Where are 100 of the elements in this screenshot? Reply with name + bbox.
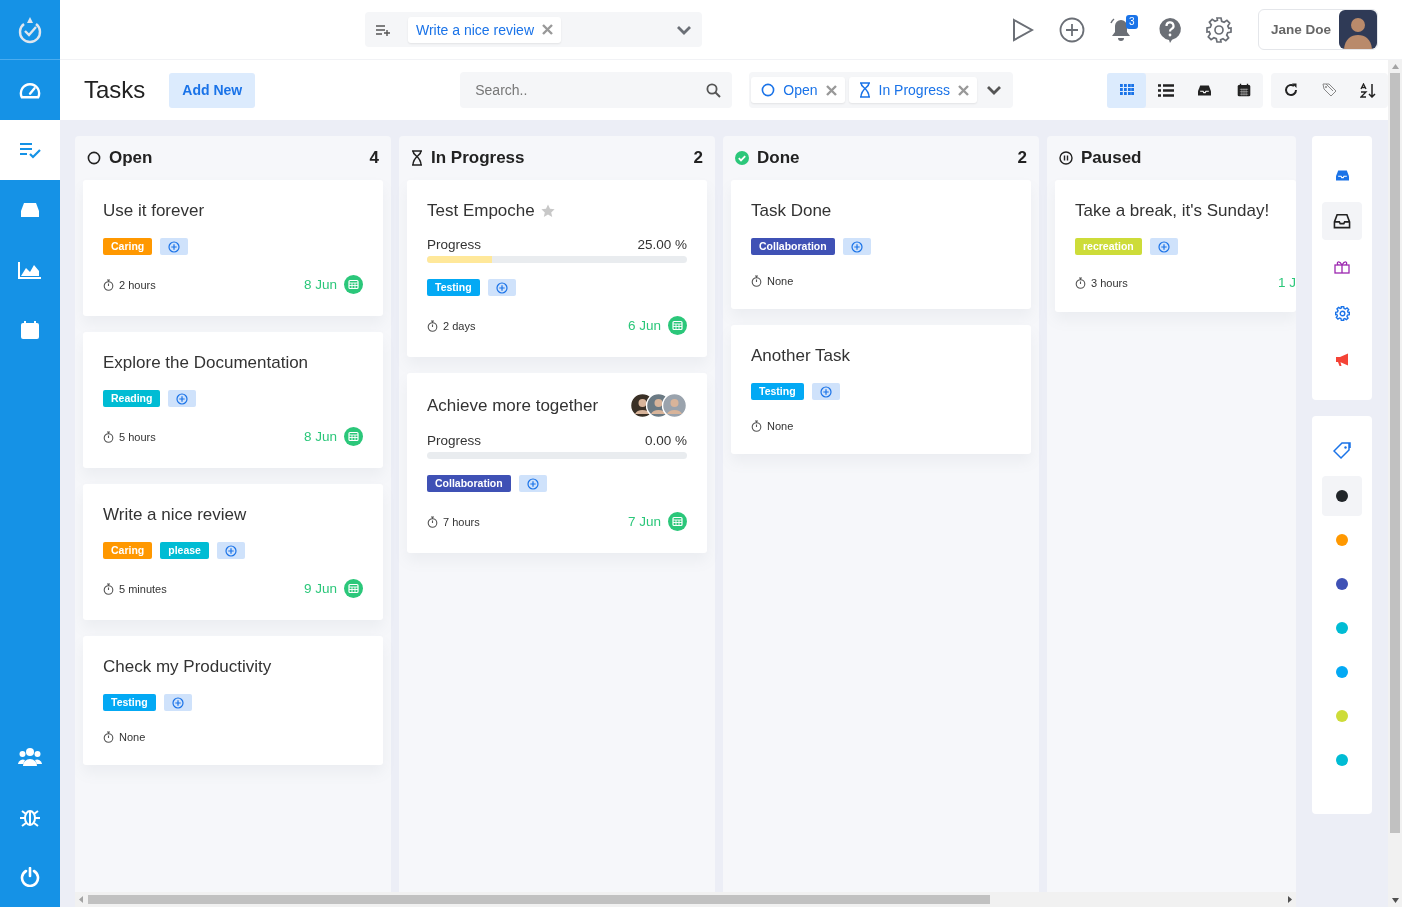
add-tag-button[interactable]	[160, 238, 189, 255]
stopwatch-icon	[103, 582, 114, 595]
calendar-icon	[20, 320, 40, 340]
stopwatch-icon	[103, 731, 114, 743]
plus-circle-icon	[176, 392, 189, 405]
duration: 2 hours	[119, 278, 156, 291]
page-title: Tasks	[84, 76, 146, 104]
panel-item[interactable]	[1322, 202, 1362, 240]
calendar-icon	[1236, 83, 1251, 97]
task-count: 2	[1017, 148, 1027, 168]
close-icon	[958, 84, 970, 96]
add-tag-button[interactable]	[163, 694, 192, 711]
help-icon	[1158, 16, 1183, 43]
gauge-icon	[19, 80, 41, 100]
task-count: 4	[369, 148, 379, 168]
sidebar-item[interactable]	[0, 120, 60, 180]
filter-chip[interactable]: In Progress	[848, 77, 978, 103]
plus-circle-icon	[1059, 16, 1086, 43]
tag[interactable]: Collaboration	[427, 475, 511, 492]
hourglass-icon	[858, 82, 871, 98]
due-date: 8 Jun	[303, 277, 337, 292]
task-card[interactable]: Check my Productivity Testing None	[83, 636, 383, 765]
close-icon	[542, 24, 553, 35]
playlist-add-icon	[375, 23, 391, 36]
due-date: 1 J	[1278, 275, 1296, 290]
quick-task-tab[interactable]: Write a nice review	[408, 16, 561, 43]
settings-icon	[1334, 305, 1350, 321]
add-tag-button[interactable]	[811, 383, 840, 400]
tag[interactable]: Testing	[427, 279, 480, 296]
task-title: Task Done	[751, 200, 832, 222]
task-title: Check my Productivity	[103, 656, 272, 678]
task-card[interactable]: Another Task Testing None	[731, 325, 1031, 454]
vertical-scrollbar[interactable]	[1388, 64, 1402, 903]
column-title: Paused	[1081, 148, 1143, 168]
scroll-left-icon	[79, 896, 84, 903]
inbox-icon	[1333, 213, 1351, 229]
due-date: 6 Jun	[627, 318, 661, 333]
duration: 3 hours	[1091, 276, 1128, 289]
filter-chip[interactable]: Open	[751, 77, 845, 103]
task-title: Another Task	[751, 345, 850, 367]
search-icon	[706, 83, 722, 98]
task-card[interactable]: Achieve more together Progress 0.00 % Collaboration 7 hours 7 Jun	[407, 373, 707, 553]
add-tag-button[interactable]	[518, 475, 547, 492]
horizontal-scrollbar[interactable]	[75, 892, 1296, 907]
duration: 5 hours	[119, 430, 156, 443]
task-card[interactable]: Task Done Collaboration None	[731, 180, 1031, 309]
task-title: Use it forever	[103, 200, 205, 222]
calendar-icon	[668, 316, 687, 335]
search-field[interactable]: Search..	[460, 72, 733, 108]
task-card[interactable]: Write a nice review Caring please 5 minutes 9 Jun	[83, 484, 383, 620]
duration: 2 days	[443, 319, 476, 332]
plus-circle-icon	[526, 477, 539, 490]
plus-circle-icon	[495, 281, 508, 294]
sort-icon	[1360, 82, 1377, 98]
task-title: Test Empoche	[427, 200, 535, 222]
tag[interactable]: Testing	[751, 383, 804, 400]
task-card[interactable]: Use it forever Caring 2 hours 8 Jun	[83, 180, 383, 316]
color-filter[interactable]	[1322, 476, 1362, 516]
scroll-up-icon	[1391, 64, 1399, 69]
add-new-button[interactable]: Add New	[169, 72, 256, 108]
scroll-down-icon	[1391, 898, 1399, 903]
progress-label: Progress	[427, 237, 482, 252]
task-count: 2	[693, 148, 703, 168]
column-title: Open	[109, 148, 154, 168]
dropdown-button[interactable]	[986, 85, 1003, 95]
add-tag-button[interactable]	[168, 390, 197, 407]
plus-circle-icon	[1157, 240, 1170, 253]
plus-circle-icon	[819, 385, 832, 398]
grid-icon	[1119, 84, 1134, 96]
due-date: 7 Jun	[627, 514, 661, 529]
task-title: Write a nice review	[103, 504, 247, 526]
avatar-icon	[1339, 10, 1377, 49]
plus-circle-icon	[171, 696, 184, 709]
notifications-button[interactable]: 3	[1096, 9, 1146, 50]
task-card[interactable]: Test Empoche Progress 25.00 % Testing 2 days 6 Jun	[407, 180, 707, 357]
users-icon	[18, 747, 42, 767]
add-tag-button[interactable]	[842, 238, 871, 255]
stopwatch-icon	[751, 275, 762, 287]
dropdown-button[interactable]	[676, 24, 692, 35]
stopwatch-icon	[103, 430, 114, 443]
inbox-icon	[1197, 83, 1212, 97]
add-tag-button[interactable]	[1149, 238, 1178, 255]
tag[interactable]: Testing	[103, 694, 156, 711]
task-title: Take a break, it's Sunday!	[1075, 200, 1270, 222]
chevron-down-icon	[986, 85, 1003, 95]
progress-value: 0.00 %	[644, 433, 687, 448]
duration: None	[767, 420, 794, 432]
scroll-right-icon	[1287, 896, 1292, 903]
circle-icon	[761, 83, 776, 97]
close-icon	[825, 84, 837, 96]
play-icon	[1012, 17, 1035, 42]
tag[interactable]: Collaboration	[751, 238, 835, 255]
task-card[interactable]: Explore the Documentation Reading 5 hours 8 Jun	[83, 332, 383, 468]
pause-icon	[1059, 151, 1073, 165]
user-menu[interactable]: Jane Doe	[1257, 9, 1378, 50]
add-tag-button[interactable]	[216, 542, 245, 559]
refresh-icon	[1283, 83, 1298, 97]
add-tag-button[interactable]	[487, 279, 516, 296]
duration: 5 minutes	[119, 582, 167, 595]
task-card[interactable]: Take a break, it's Sunday! recreation 3 hours 1 J	[1055, 180, 1296, 312]
